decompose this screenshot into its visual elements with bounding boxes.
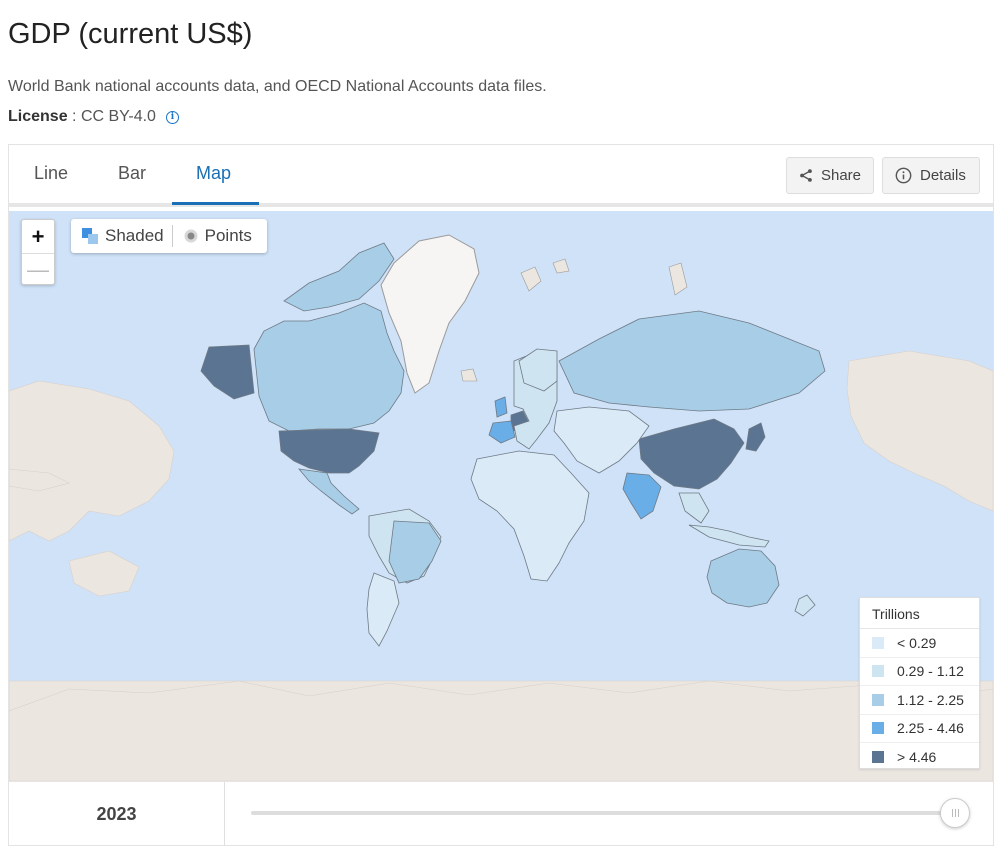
- license-label: License: [8, 108, 68, 125]
- mode-points-label: Points: [204, 226, 252, 245]
- share-button[interactable]: Share: [786, 157, 874, 194]
- map-legend: Trillions < 0.29 0.29 - 1.12 1.12 - 2.25…: [859, 597, 980, 769]
- legend-item: 2.25 - 4.46: [860, 715, 979, 743]
- active-tab-indicator: [172, 202, 259, 205]
- details-label: Details: [920, 167, 966, 184]
- map-mode-toggle: Shaded Points: [71, 219, 267, 253]
- legend-label: 2.25 - 4.46: [897, 720, 964, 737]
- legend-title: Trillions: [860, 598, 979, 629]
- choropleth-map[interactable]: + — Shaded Points Trillions < 0.29 0.29 …: [9, 211, 993, 781]
- legend-swatch: [872, 722, 884, 735]
- mode-points-option[interactable]: Points: [173, 226, 260, 246]
- legend-swatch: [872, 693, 884, 706]
- legend-label: < 0.29: [897, 634, 937, 651]
- legend-swatch: [872, 636, 884, 649]
- zoom-control: + —: [21, 219, 55, 285]
- license-separator: :: [67, 108, 81, 125]
- share-icon: [800, 169, 812, 182]
- legend-label: 1.12 - 2.25: [897, 691, 964, 708]
- grip-line: [957, 809, 959, 817]
- world-map[interactable]: [9, 211, 993, 781]
- view-tabs: Line Bar Map Share Details: [9, 145, 993, 207]
- legend-item: < 0.29: [860, 629, 979, 658]
- legend-item: 0.29 - 1.12: [860, 658, 979, 686]
- zoom-in-button[interactable]: +: [22, 220, 54, 253]
- grip-line: [954, 809, 956, 817]
- legend-item: 1.12 - 2.25: [860, 686, 979, 715]
- points-icon: [184, 229, 198, 243]
- legend-swatch: [872, 751, 884, 764]
- legend-label: > 4.46: [897, 749, 937, 766]
- info-circle-icon: [895, 167, 912, 184]
- timeline-track[interactable]: [251, 811, 955, 815]
- uk: [494, 396, 508, 418]
- tab-map[interactable]: Map: [196, 163, 231, 184]
- info-icon[interactable]: i: [165, 110, 179, 124]
- chart-card: Line Bar Map Share Details + — Shaded Po…: [8, 144, 994, 846]
- shaded-icon: [82, 228, 98, 244]
- timeline-slider-handle[interactable]: [940, 798, 970, 828]
- mode-shaded-option[interactable]: Shaded: [71, 226, 172, 246]
- page-title: GDP (current US$): [8, 18, 253, 50]
- license-row: License : CC BY-4.0 i: [8, 108, 179, 126]
- mode-shaded-label: Shaded: [105, 226, 164, 245]
- license-value: CC BY-4.0: [80, 108, 156, 125]
- legend-label: 0.29 - 1.12: [897, 663, 964, 680]
- grip-line: [951, 809, 953, 817]
- share-label: Share: [820, 167, 861, 184]
- selected-year: 2023: [9, 782, 225, 846]
- legend-item: > 4.46: [860, 743, 979, 772]
- legend-swatch: [872, 665, 884, 678]
- tab-line[interactable]: Line: [34, 163, 68, 184]
- year-timeline: 2023: [9, 781, 993, 846]
- source-text: World Bank national accounts data, and O…: [8, 78, 547, 95]
- zoom-out-button[interactable]: —: [22, 253, 54, 286]
- details-button[interactable]: Details: [882, 157, 980, 194]
- tab-bar[interactable]: Bar: [118, 163, 146, 184]
